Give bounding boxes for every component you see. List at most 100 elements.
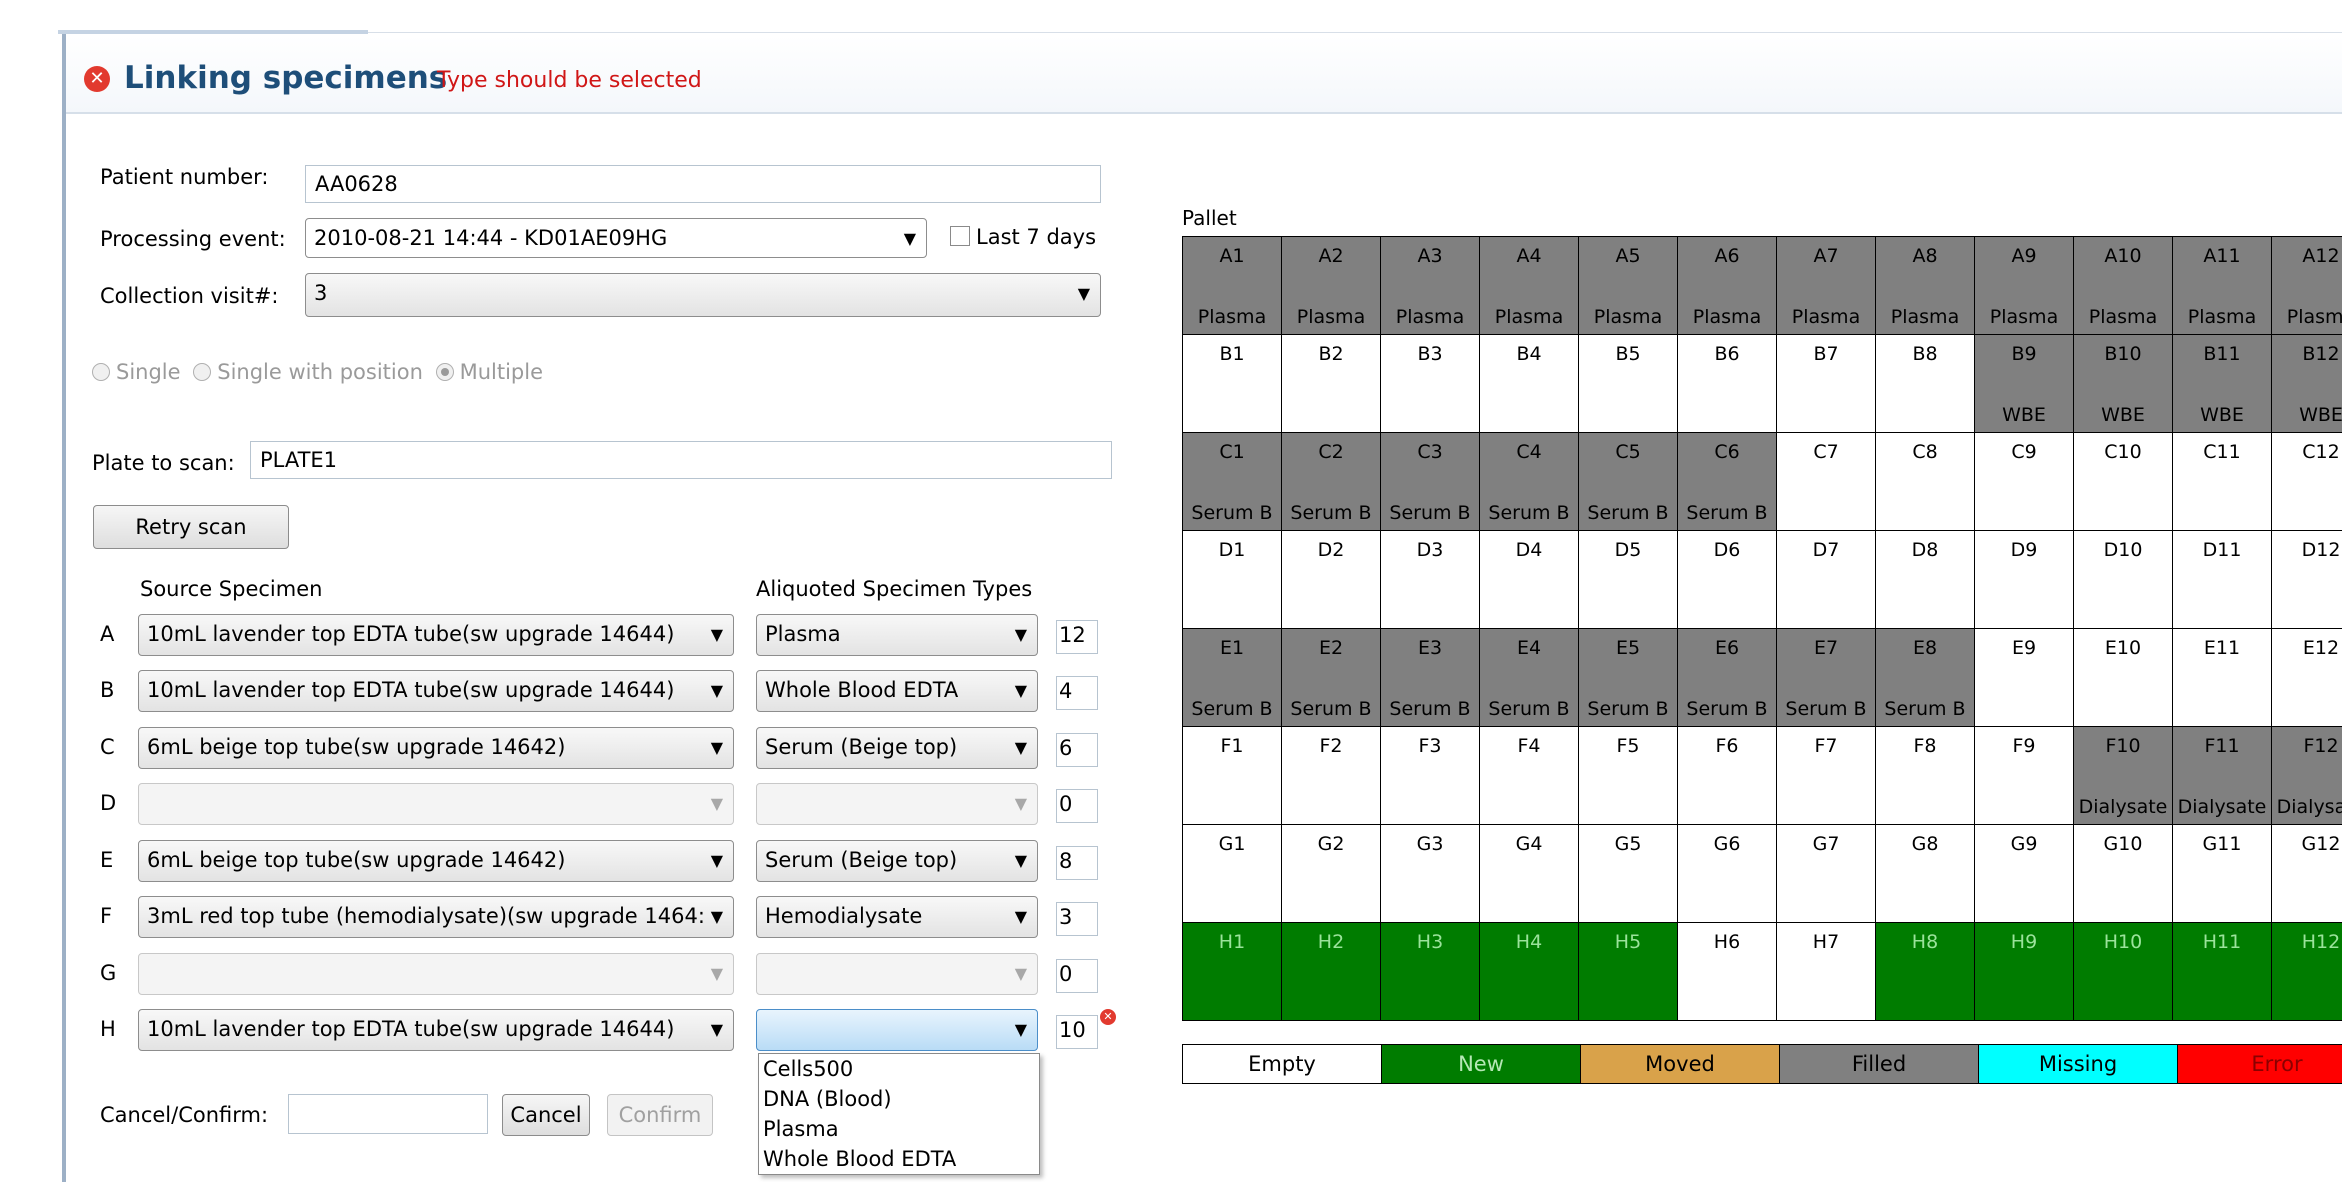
pallet-cell[interactable]: D8	[1876, 531, 1975, 629]
source-specimen-select[interactable]: ▼	[138, 953, 734, 995]
confirm-button[interactable]: Confirm	[607, 1094, 713, 1136]
pallet-cell[interactable]: D3	[1381, 531, 1480, 629]
pallet-cell[interactable]: E3 Serum B	[1381, 629, 1480, 727]
processing-event-select[interactable]: 2010-08-21 14:44 - KD01AE09HG ▼	[305, 218, 927, 258]
pallet-cell[interactable]: B9 WBE	[1975, 335, 2074, 433]
cancel-confirm-input[interactable]	[288, 1094, 488, 1134]
pallet-cell[interactable]: H10	[2074, 923, 2173, 1021]
pallet-cell[interactable]: E11	[2173, 629, 2272, 727]
pallet-cell[interactable]: F5	[1579, 727, 1678, 825]
aliquot-type-select[interactable]: Whole Blood EDTA ▼	[756, 670, 1038, 712]
pallet-cell[interactable]: H7	[1777, 923, 1876, 1021]
pallet-cell[interactable]: G6	[1678, 825, 1777, 923]
pallet-cell[interactable]: B1	[1183, 335, 1282, 433]
pallet-cell[interactable]: A5 Plasma	[1579, 237, 1678, 335]
pallet-cell[interactable]: B3	[1381, 335, 1480, 433]
pallet-cell[interactable]: D11	[2173, 531, 2272, 629]
pallet-cell[interactable]: E10	[2074, 629, 2173, 727]
aliquot-type-select[interactable]: ▼	[756, 783, 1038, 825]
pallet-cell[interactable]: D9	[1975, 531, 2074, 629]
pallet-cell[interactable]: F6	[1678, 727, 1777, 825]
pallet-cell[interactable]: D4	[1480, 531, 1579, 629]
pallet-cell[interactable]: D10	[2074, 531, 2173, 629]
pallet-cell[interactable]: F3	[1381, 727, 1480, 825]
pallet-cell[interactable]: F12 Dialysate	[2272, 727, 2342, 825]
pallet-cell[interactable]: C8	[1876, 433, 1975, 531]
pallet-cell[interactable]: F4	[1480, 727, 1579, 825]
pallet-cell[interactable]: C2 Serum B	[1282, 433, 1381, 531]
pallet-cell[interactable]: D5	[1579, 531, 1678, 629]
pallet-cell[interactable]: H3	[1381, 923, 1480, 1021]
pallet-cell[interactable]: A1 Plasma	[1183, 237, 1282, 335]
source-specimen-select[interactable]: 3mL red top tube (hemodialysate)(sw upgr…	[138, 896, 734, 938]
pallet-cell[interactable]: B7	[1777, 335, 1876, 433]
dropdown-option-plasma[interactable]: Plasma	[759, 1114, 1039, 1144]
pallet-cell[interactable]: E5 Serum B	[1579, 629, 1678, 727]
pallet-cell[interactable]: B11 WBE	[2173, 335, 2272, 433]
pallet-cell[interactable]: E9	[1975, 629, 2074, 727]
pallet-cell[interactable]: B8	[1876, 335, 1975, 433]
pallet-cell[interactable]: H11	[2173, 923, 2272, 1021]
pallet-cell[interactable]: D12	[2272, 531, 2342, 629]
source-specimen-select[interactable]: 6mL beige top tube(sw upgrade 14642) ▼	[138, 840, 734, 882]
quantity-input[interactable]: 0	[1056, 959, 1098, 993]
aliquot-type-select[interactable]: Hemodialysate ▼	[756, 896, 1038, 938]
pallet-cell[interactable]: B4	[1480, 335, 1579, 433]
pallet-cell[interactable]: C9	[1975, 433, 2074, 531]
aliquot-type-select[interactable]: Serum (Beige top) ▼	[756, 727, 1038, 769]
pallet-cell[interactable]: H8	[1876, 923, 1975, 1021]
pallet-cell[interactable]: C10	[2074, 433, 2173, 531]
pallet-cell[interactable]: E2 Serum B	[1282, 629, 1381, 727]
pallet-cell[interactable]: E8 Serum B	[1876, 629, 1975, 727]
pallet-cell[interactable]: D7	[1777, 531, 1876, 629]
last-7-days-checkbox[interactable]	[950, 226, 970, 246]
patient-number-input[interactable]: AA0628	[305, 165, 1101, 203]
pallet-cell[interactable]: F10 Dialysate	[2074, 727, 2173, 825]
pallet-cell[interactable]: A8 Plasma	[1876, 237, 1975, 335]
aliquot-type-select[interactable]: Serum (Beige top) ▼	[756, 840, 1038, 882]
pallet-cell[interactable]: D2	[1282, 531, 1381, 629]
source-specimen-select[interactable]: 10mL lavender top EDTA tube(sw upgrade 1…	[138, 670, 734, 712]
pallet-cell[interactable]: H9	[1975, 923, 2074, 1021]
pallet-cell[interactable]: F9	[1975, 727, 2074, 825]
pallet-cell[interactable]: E12	[2272, 629, 2342, 727]
pallet-cell[interactable]: H1	[1183, 923, 1282, 1021]
collection-visit-select[interactable]: 3 ▼	[305, 273, 1101, 317]
pallet-cell[interactable]: G1	[1183, 825, 1282, 923]
pallet-cell[interactable]: H5	[1579, 923, 1678, 1021]
pallet-cell[interactable]: G4	[1480, 825, 1579, 923]
pallet-cell[interactable]: G11	[2173, 825, 2272, 923]
pallet-cell[interactable]: F2	[1282, 727, 1381, 825]
dropdown-option-cells500[interactable]: Cells500	[759, 1054, 1039, 1084]
pallet-cell[interactable]: A6 Plasma	[1678, 237, 1777, 335]
pallet-cell[interactable]: B6	[1678, 335, 1777, 433]
pallet-cell[interactable]: F1	[1183, 727, 1282, 825]
pallet-cell[interactable]: A12 Plasma	[2272, 237, 2342, 335]
pallet-cell[interactable]: C3 Serum B	[1381, 433, 1480, 531]
quantity-input[interactable]: 8	[1056, 846, 1098, 880]
aliquot-type-select[interactable]: Plasma ▼	[756, 614, 1038, 656]
pallet-cell[interactable]: A10 Plasma	[2074, 237, 2173, 335]
pallet-cell[interactable]: B12 WBE	[2272, 335, 2342, 433]
pallet-cell[interactable]: C7	[1777, 433, 1876, 531]
pallet-cell[interactable]: A7 Plasma	[1777, 237, 1876, 335]
pallet-cell[interactable]: H2	[1282, 923, 1381, 1021]
cancel-button[interactable]: Cancel	[502, 1094, 590, 1136]
aliquot-type-select[interactable]: ▼	[756, 1009, 1038, 1051]
pallet-cell[interactable]: A4 Plasma	[1480, 237, 1579, 335]
pallet-cell[interactable]: A2 Plasma	[1282, 237, 1381, 335]
pallet-cell[interactable]: G5	[1579, 825, 1678, 923]
pallet-cell[interactable]: B5	[1579, 335, 1678, 433]
pallet-cell[interactable]: G9	[1975, 825, 2074, 923]
pallet-cell[interactable]: B2	[1282, 335, 1381, 433]
pallet-cell[interactable]: E4 Serum B	[1480, 629, 1579, 727]
pallet-cell[interactable]: H12	[2272, 923, 2342, 1021]
aliquot-type-select[interactable]: ▼	[756, 953, 1038, 995]
pallet-cell[interactable]: E7 Serum B	[1777, 629, 1876, 727]
pallet-cell[interactable]: F8	[1876, 727, 1975, 825]
pallet-cell[interactable]: G8	[1876, 825, 1975, 923]
radio-multiple[interactable]: Multiple	[435, 360, 543, 384]
pallet-cell[interactable]: G7	[1777, 825, 1876, 923]
source-specimen-select[interactable]: 10mL lavender top EDTA tube(sw upgrade 1…	[138, 614, 734, 656]
dropdown-option-whole-blood-edta[interactable]: Whole Blood EDTA	[759, 1144, 1039, 1174]
